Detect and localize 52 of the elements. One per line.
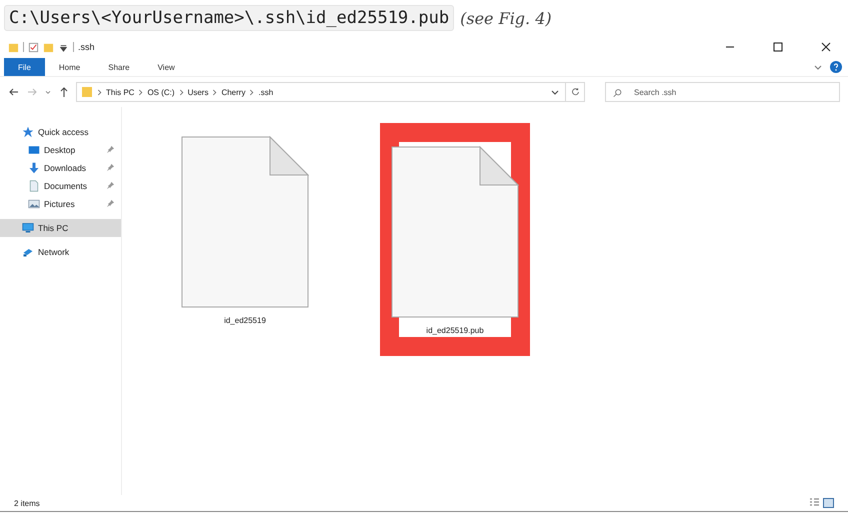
chevron-right-icon (178, 88, 184, 96)
document-icon (28, 180, 40, 192)
sidebar-item[interactable]: Downloads (0, 159, 121, 177)
file-path: C:\Users\<YourUsername>\.ssh\id_ed25519.pub (4, 5, 454, 31)
chevron-right-icon (249, 88, 254, 96)
refresh-button[interactable] (565, 82, 585, 102)
refresh-icon (570, 86, 580, 98)
ribbon-tab[interactable]: Home (44, 58, 94, 76)
star-icon (22, 126, 34, 138)
file-icon (391, 146, 519, 318)
help-icon[interactable] (830, 61, 842, 73)
breadcrumb-item[interactable]: .ssh (258, 88, 274, 96)
network-icon (22, 246, 34, 258)
file-icon (181, 136, 309, 308)
ribbon-tab[interactable]: View (144, 58, 189, 76)
ribbon-tab[interactable]: File (4, 58, 45, 76)
chevron-right-icon (212, 88, 218, 96)
sidebar-item[interactable]: This PC (0, 219, 121, 237)
sidebar-item[interactable]: Desktop (0, 141, 121, 159)
figure-reference: (see Fig. 4) (460, 8, 552, 28)
pin-icon[interactable] (106, 162, 115, 172)
pin-icon[interactable] (106, 198, 115, 208)
folder-icon (81, 86, 93, 98)
sidebar-item[interactable]: Quick access (0, 123, 121, 141)
pin-icon[interactable] (106, 180, 115, 190)
sidebar-item[interactable]: Documents (0, 177, 121, 195)
breadcrumb-item[interactable]: This PC (106, 88, 134, 96)
file-name[interactable]: id_ed25519 (224, 316, 266, 325)
pin-icon[interactable] (106, 144, 115, 154)
window-title: .ssh (78, 42, 95, 52)
properties-icon[interactable] (28, 42, 39, 52)
chevron-right-icon (138, 88, 144, 96)
breadcrumb-item[interactable]: Cherry (221, 88, 246, 96)
back-arrow-icon[interactable] (8, 86, 20, 98)
search-field[interactable]: Search .ssh (605, 82, 840, 102)
up-arrow-icon[interactable] (58, 86, 70, 98)
address-bar[interactable]: This PC OS (C:) Users Cherry .ssh (76, 82, 566, 102)
monitor-icon (22, 222, 34, 234)
chevron-right-icon (97, 88, 102, 96)
breadcrumb-item[interactable]: Users (188, 88, 208, 96)
pictures-icon (28, 198, 40, 210)
ribbon-tab[interactable]: Share (94, 58, 144, 76)
desktop-icon (28, 144, 40, 156)
sidebar-item[interactable]: Network (0, 243, 121, 261)
file-item[interactable]: id_ed25519 (170, 123, 320, 335)
large-icons-view-icon[interactable] (823, 498, 834, 508)
sidebar-item[interactable]: Pictures (0, 195, 121, 213)
file-name[interactable]: id_ed25519.pub (426, 326, 484, 335)
details-view-icon[interactable] (809, 498, 820, 508)
download-icon (28, 162, 40, 174)
breadcrumb-item[interactable]: OS (C:) (147, 88, 175, 96)
item-count: 2 items (14, 498, 40, 508)
